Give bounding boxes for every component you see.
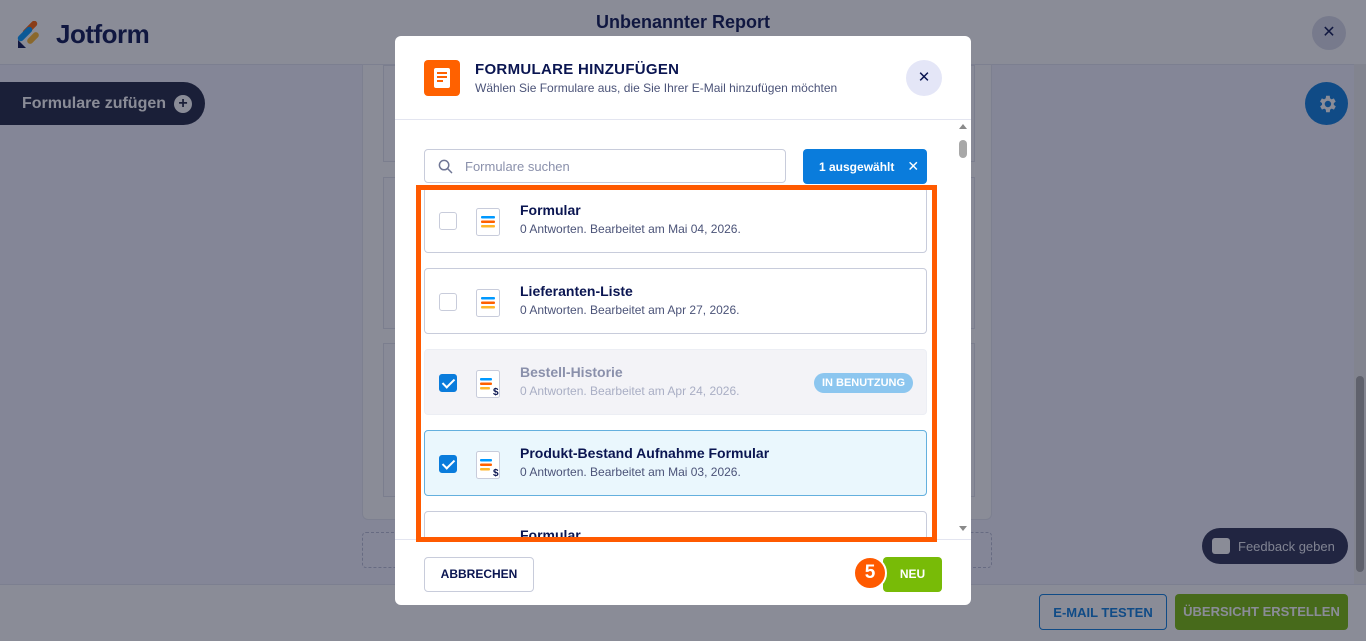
- clear-selection-icon[interactable]: ✕: [907, 158, 919, 175]
- close-icon: ✕: [917, 69, 931, 86]
- form-add-icon: [424, 60, 460, 96]
- modal-title: FORMULARE HINZUFÜGEN: [475, 61, 680, 78]
- scroll-down-arrow-icon[interactable]: [959, 526, 967, 531]
- modal-scrollbar-thumb[interactable]: [959, 140, 967, 158]
- step-marker: 5: [853, 556, 887, 590]
- highlight-frame: [416, 185, 937, 542]
- search-box[interactable]: [424, 149, 786, 183]
- search-input[interactable]: [463, 157, 767, 175]
- modal-scrollbar[interactable]: [956, 120, 971, 539]
- modal-close-button[interactable]: ✕: [906, 60, 942, 96]
- new-button[interactable]: NEU: [883, 557, 942, 592]
- cancel-button[interactable]: ABBRECHEN: [424, 557, 534, 592]
- selected-count-chip[interactable]: 1 ausgewählt ✕: [803, 149, 927, 184]
- modal-subtitle: Wählen Sie Formulare aus, die Sie Ihrer …: [475, 81, 838, 95]
- selected-count-label: 1 ausgewählt: [819, 159, 895, 174]
- search-icon: [438, 159, 453, 173]
- modal-header: FORMULARE HINZUFÜGEN Wählen Sie Formular…: [395, 36, 971, 120]
- scroll-up-arrow-icon[interactable]: [959, 124, 967, 129]
